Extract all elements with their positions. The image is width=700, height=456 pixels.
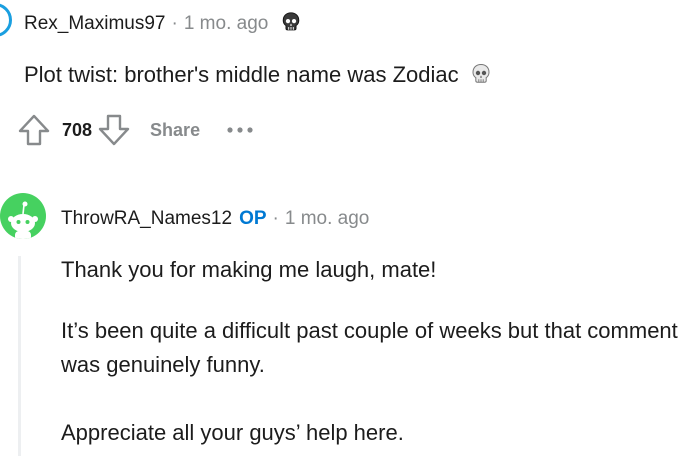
- reply-timestamp[interactable]: 1 mo. ago: [285, 208, 370, 229]
- upvote-button[interactable]: [16, 112, 52, 148]
- upvote-arrow-icon: [18, 114, 50, 146]
- reply-username[interactable]: ThrowRA_Names12: [61, 208, 232, 229]
- comment-timestamp[interactable]: 1 mo. ago: [184, 13, 269, 34]
- avatar[interactable]: [0, 3, 12, 37]
- more-options-icon[interactable]: [226, 125, 256, 135]
- downvote-arrow-icon: [98, 114, 130, 146]
- meta-separator: ·: [171, 13, 178, 34]
- comment-meta: Rex_Maximus97 · 1 mo. ago: [24, 11, 302, 35]
- op-badge: OP: [239, 208, 267, 229]
- comment-body: Plot twist: brother's middle name was Zo…: [24, 60, 493, 90]
- reply-meta: ThrowRA_Names12 OP · 1 mo. ago: [61, 208, 369, 230]
- thread-line[interactable]: [18, 256, 21, 456]
- reply-paragraph: Appreciate all your guys’ help here.: [61, 420, 404, 445]
- comment-actions: 708 Share: [16, 112, 256, 148]
- comment-username[interactable]: Rex_Maximus97: [24, 13, 166, 34]
- reply-paragraph: It’s been quite a difficult past couple …: [61, 318, 678, 377]
- snoo-avatar-icon: [8, 201, 38, 239]
- reply-avatar[interactable]: [0, 193, 46, 239]
- downvote-button[interactable]: [96, 112, 132, 148]
- reply-paragraph: Thank you for making me laugh, mate!: [61, 257, 437, 282]
- skull-icon: [280, 11, 302, 33]
- comment-text: Plot twist: brother's middle name was Zo…: [24, 62, 459, 87]
- vote-score: 708: [62, 119, 93, 140]
- skull-emoji-icon: [469, 62, 493, 86]
- meta-separator: ·: [272, 208, 279, 229]
- share-button[interactable]: Share: [150, 120, 200, 141]
